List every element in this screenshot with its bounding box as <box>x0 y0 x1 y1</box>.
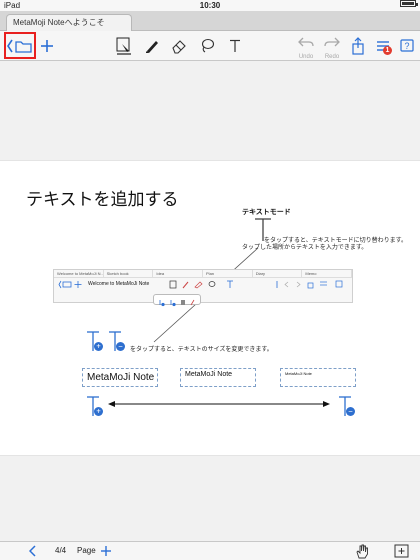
undo-label: Undo <box>298 54 314 60</box>
back-folder-icon <box>7 39 32 53</box>
mini-text-size-icons <box>159 299 195 307</box>
page-title: テキストを追加する <box>26 190 179 209</box>
minus-circle-icon: − <box>116 342 125 351</box>
sample-text-small: MetaMoJi Note <box>280 368 356 387</box>
help-icon: ? <box>400 39 414 52</box>
mini-tab: Memo <box>302 270 353 277</box>
mini-text-size-palette <box>153 294 201 307</box>
battery-indicator <box>400 0 418 7</box>
select-pen-icon <box>116 37 131 55</box>
main-toolbar: Undo Redo 1 ? <box>0 31 420 61</box>
sample-text-large: MetaMoJi Note <box>82 368 158 387</box>
text-mode-heading: テキストモード <box>242 209 291 216</box>
pen-icon <box>146 41 158 53</box>
bottom-bar: 4/4 Page <box>0 541 420 560</box>
eraser-icon <box>172 40 186 54</box>
lasso-icon <box>201 38 215 53</box>
mini-doc-title: Welcome to MetaMoJi Note <box>88 281 150 287</box>
share-icon <box>352 37 364 55</box>
redo-icon <box>324 37 340 47</box>
plus-icon <box>101 546 111 556</box>
undo-button[interactable]: Undo <box>294 33 318 60</box>
mini-tab: Sketch book <box>104 270 154 277</box>
select-tool-button[interactable] <box>113 33 135 59</box>
menu-button[interactable]: 1 <box>372 33 394 59</box>
hand-tool-button[interactable] <box>352 542 372 560</box>
tab-bar: MetaMoji Noteへようこそ <box>0 11 420 31</box>
mini-tab: Idea <box>153 270 204 277</box>
size-small-end-icon: − <box>338 396 355 422</box>
mini-tool-icons <box>169 280 233 289</box>
mini-folder-plus-icon <box>58 280 82 289</box>
sample-text-medium: MetaMoJi Note <box>180 368 256 387</box>
minus-circle-icon: − <box>346 407 355 416</box>
page-indicator: 4/4 <box>55 546 67 555</box>
pen-tool-button[interactable] <box>141 33 163 59</box>
redo-button[interactable]: Redo <box>320 33 344 60</box>
note-page[interactable]: テキストを追加する テキストモード をタップすると、テキストモードに切り替わりま… <box>0 160 420 456</box>
add-page-button[interactable] <box>97 542 115 560</box>
mini-tab-row: Welcome to MetaMoJi N... Sketch book Ide… <box>54 270 353 278</box>
text-tool-button[interactable] <box>224 33 246 59</box>
tab-welcome[interactable]: MetaMoji Noteへようこそ <box>6 14 132 31</box>
text-size-up-icon: + <box>86 331 103 357</box>
mini-right-icons <box>276 280 343 289</box>
eraser-tool-button[interactable] <box>168 33 190 59</box>
text-size-down-icon: − <box>108 331 125 357</box>
mini-tab: Plan <box>203 270 253 277</box>
share-button[interactable] <box>348 33 368 59</box>
page-view-button[interactable] <box>392 542 412 560</box>
text-size-description: をタップすると、テキストのサイズを変更できます。 <box>130 347 273 353</box>
lasso-tool-button[interactable] <box>196 33 218 59</box>
notes-list-button[interactable] <box>4 32 36 59</box>
hand-icon <box>356 544 368 559</box>
mini-tab: Diary <box>253 270 303 277</box>
canvas-margin-top <box>0 61 420 160</box>
embedded-toolbar-screenshot: Welcome to MetaMoJi N... Sketch book Ide… <box>53 269 353 303</box>
undo-icon <box>298 37 314 47</box>
help-button[interactable]: ? <box>397 33 417 59</box>
chevron-left-icon <box>29 545 36 557</box>
status-bar: iPad 10:30 <box>0 0 420 11</box>
mini-toolbar: Welcome to MetaMoJi Note <box>54 278 352 290</box>
plus-circle-icon: + <box>94 407 103 416</box>
size-large-end-icon: + <box>86 396 103 422</box>
plus-circle-icon: + <box>94 342 103 351</box>
plus-icon <box>41 40 53 52</box>
mini-tab: Welcome to MetaMoJi N... <box>54 270 104 277</box>
add-note-button[interactable] <box>38 33 56 59</box>
notification-badge: 1 <box>383 46 392 55</box>
canvas-margin-bottom <box>0 456 420 541</box>
previous-page-button[interactable] <box>24 542 42 560</box>
clock: 10:30 <box>199 1 221 10</box>
redo-label: Redo <box>324 54 340 60</box>
page-label: Page <box>77 546 96 555</box>
add-page-icon <box>394 544 409 558</box>
text-t-icon <box>230 39 240 52</box>
double-arrow <box>108 401 330 407</box>
battery-icon <box>400 0 418 7</box>
svg-text:?: ? <box>404 41 409 51</box>
